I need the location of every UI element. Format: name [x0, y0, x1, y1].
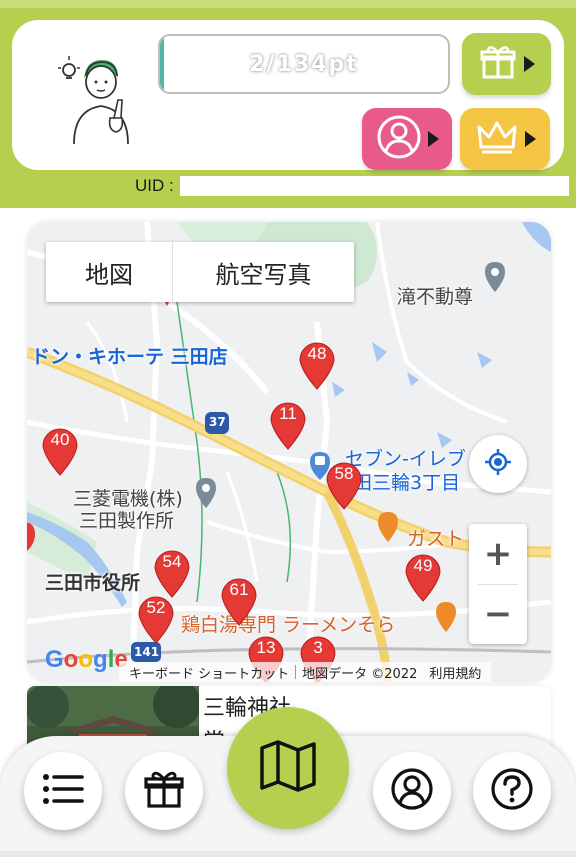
rewards-button[interactable] — [125, 752, 203, 830]
place-label: セブン-イレブ — [345, 448, 466, 470]
user-icon — [390, 767, 434, 815]
crown-icon — [475, 117, 519, 161]
map-attribution: キーボード ショートカット 地図データ ©2022 利用規約 — [119, 662, 492, 682]
map[interactable]: 地図 航空写真 37 141 滝不動尊 ドン・キホーテ 三田店 セブン-イレブ … — [27, 222, 551, 682]
place-label: ドン・キホーテ 三田店 — [31, 346, 228, 368]
map-marker[interactable]: 61 — [220, 574, 258, 626]
map-marker[interactable]: 54 — [153, 546, 191, 598]
zoom-controls: + − — [469, 524, 527, 644]
map-nav-button[interactable] — [227, 707, 349, 829]
map-marker[interactable]: 49 — [404, 550, 442, 602]
crosshair-icon — [484, 448, 512, 480]
profile-nav-button[interactable] — [373, 752, 451, 830]
help-button[interactable] — [473, 752, 551, 830]
list-button[interactable] — [24, 752, 102, 830]
user-icon — [376, 114, 422, 164]
map-type-tabs: 地図 航空写真 — [46, 242, 354, 302]
route-141-label: 141 — [134, 645, 160, 659]
arrow-right-icon — [524, 56, 535, 72]
zoom-out-button[interactable]: − — [469, 584, 527, 644]
zoom-in-button[interactable]: + — [469, 524, 527, 584]
header: 2/134pt UID: — [0, 0, 576, 208]
avatar — [44, 48, 134, 148]
gift-button[interactable] — [462, 33, 551, 95]
tab-satellite[interactable]: 航空写真 — [172, 242, 354, 302]
place-label: 田三輪3丁目 — [353, 472, 461, 494]
place-label: 鶏白湯専門 ラーメンそら — [181, 614, 396, 636]
map-marker[interactable]: 40 — [41, 424, 79, 476]
map-marker[interactable]: 58 — [325, 458, 363, 510]
uid-label: UID : — [135, 176, 174, 195]
keyboard-shortcuts-link[interactable]: キーボード ショートカット — [123, 663, 295, 682]
gift-icon — [478, 42, 518, 86]
question-icon — [490, 767, 534, 815]
map-data-text: 地図データ ©2022 — [302, 666, 418, 682]
arrow-right-icon — [524, 131, 536, 147]
header-strip — [0, 0, 576, 8]
gift-icon — [143, 768, 185, 814]
map-marker[interactable]: 11 — [269, 398, 307, 450]
map-marker[interactable]: 52 — [137, 592, 175, 644]
points-display: 2/134pt — [158, 34, 450, 94]
google-logo: Google — [45, 646, 128, 673]
bottom-divider — [0, 851, 576, 857]
place-label: 三田市役所 — [45, 572, 141, 594]
list-icon — [42, 772, 84, 810]
route-37-label: 37 — [209, 415, 226, 429]
place-label: 滝不動尊 — [397, 286, 474, 308]
map-icon — [258, 740, 318, 796]
terms-link[interactable]: 利用規約 — [423, 663, 487, 682]
map-marker[interactable]: 48 — [298, 338, 336, 390]
my-location-button[interactable] — [469, 435, 527, 493]
points-value: 2/134pt — [249, 51, 359, 77]
ranking-button[interactable] — [460, 108, 550, 170]
uid-value — [180, 176, 569, 196]
arrow-right-icon — [427, 131, 439, 147]
place-label: 三田製作所 — [79, 510, 175, 532]
place-label: ガスト — [407, 528, 465, 550]
tab-map[interactable]: 地図 — [46, 242, 172, 302]
profile-button[interactable] — [362, 108, 452, 170]
